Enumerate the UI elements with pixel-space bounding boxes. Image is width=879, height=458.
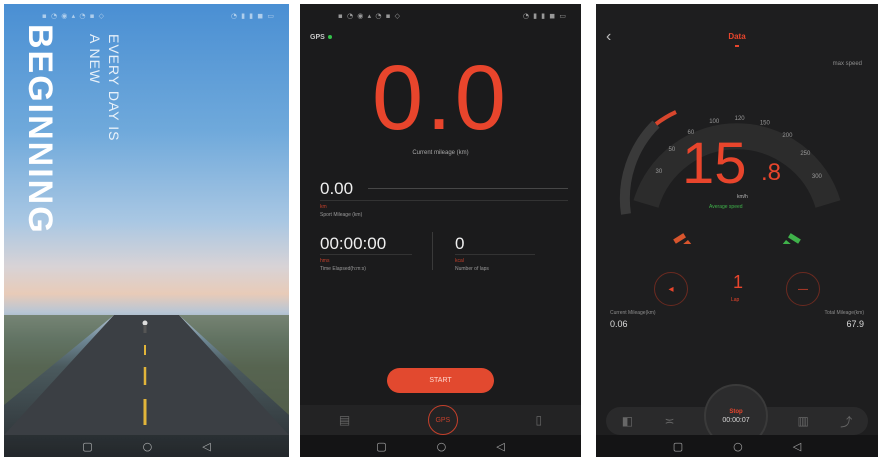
trend-icon[interactable]: ⤴ [840,413,852,430]
lap-number: 1 [733,272,744,292]
total-mileage-value: 67.9 [846,319,864,329]
lap-label: Lap [731,297,740,303]
home-icon[interactable]: ○ [733,440,743,453]
elapsed-time-label: Time Elapsed(h:m:s) [320,266,366,272]
stop-label: Stop [729,408,743,415]
distance-unit: km [320,204,327,210]
tab-gps[interactable]: GPS [427,405,458,435]
status-icons-right: ◔ ▮ ▮ ◼ ▭ [522,12,567,20]
route-icon[interactable]: ≍ [665,414,675,428]
tagline-2: A NEW [87,34,103,85]
stop-elapsed-time: 00:00:07 [722,416,750,424]
speed-integer: 15 [682,131,747,196]
status-icons-left: ▪ ◔ ◉ ▴ ◔ ▪ ◇ [42,12,106,20]
lap-count-value: 0 [455,234,465,253]
total-mileage-label: Total Mileage(km) [824,310,864,316]
gauge-tick-label: 150 [760,121,771,127]
divider [455,254,535,255]
tagline-1: EVERY DAY IS [106,34,122,142]
settings-icon[interactable]: ▯ [536,413,543,427]
history-icon[interactable]: ▤ [339,413,350,427]
distance-value: 0.00 [320,179,354,198]
gauge-bar [782,240,791,244]
current-speed-value: 0.0 [372,47,509,149]
divider [320,200,568,201]
gps-label: GPS [310,34,325,41]
current-speed-label: Current mileage (km) [412,150,469,156]
system-nav-bar: ▢ ○ ◁ [596,435,878,457]
gauge-tick-label: 30 [656,169,663,175]
gauge-tick-label: 300 [812,174,823,180]
recents-icon[interactable]: ▢ [82,440,92,453]
average-speed-label: Average speed [709,204,743,210]
status-icons-left: ▪ ◔ ◉ ▴ ◔ ▪ ◇ [338,12,402,20]
start-button[interactable]: START [387,368,494,393]
home-icon[interactable]: ○ [143,440,153,453]
column-separator [432,232,433,270]
headline: BEGINNING [21,24,59,235]
current-mileage-label: Current Mileage(km) [610,310,656,316]
divider [320,254,412,255]
speed-decimal: .8 [761,159,782,186]
distance-progress-line [368,188,568,189]
elapsed-time-value: 00:00:00 [320,234,387,253]
splash-screen: ▪ ◔ ◉ ▴ ◔ ▪ ◇ ◔ ▮ ▮ ◼ ▭ BEGINNING EVERY … [4,4,289,457]
lap-count-unit: kcal [455,258,464,264]
recents-icon[interactable]: ▢ [673,440,683,453]
back-icon[interactable]: ◁ [496,440,504,453]
gauge-bar [788,233,801,244]
lock-icon[interactable]: ◧ [622,414,633,428]
tab-gps-label: GPS [435,416,451,424]
gauge-color-bars [673,233,801,244]
title-underline [735,45,739,47]
lap-count-label: Number of laps [455,266,489,272]
bottom-tab-bar: ▤ GPS ▯ [300,405,581,435]
back-icon[interactable]: ◁ [793,440,801,453]
back-icon[interactable]: ◁ [202,440,210,453]
gauge-bar [683,240,692,244]
distance-label: Sport Mileage (km) [320,212,363,218]
gps-status-dot [327,35,332,40]
increase-button[interactable]: — [786,272,820,306]
status-icons-right: ◔ ▮ ▮ ◼ ▭ [230,12,275,20]
page-title: Data [728,32,746,41]
status-bar: ▪ ◔ ◉ ▴ ◔ ▪ ◇ ◔ ▮ ▮ ◼ ▭ [300,12,581,22]
music-icon[interactable]: ▥ [797,414,808,428]
speed-unit: km/h [737,194,748,200]
home-icon[interactable]: ○ [437,440,447,453]
gauge-bar [673,233,686,244]
current-mileage-value: 0.06 [610,319,628,329]
gauge-tick-label: 200 [782,133,793,139]
status-bar: ▪ ◔ ◉ ▴ ◔ ▪ ◇ ◔ ▮ ▮ ◼ ▭ [4,12,289,22]
road-image [4,315,289,435]
speedometer-screen: ‹ Data max speed 30 50 60 100 120 150 200 250 30… [596,4,878,457]
system-nav-bar: ▢ ○ ◁ [4,435,289,457]
elapsed-time-unit: hms [320,258,330,264]
system-nav-bar: ▢ ○ ◁ [300,435,581,457]
gauge-tick-label: 120 [735,116,746,122]
recents-icon[interactable]: ▢ [376,440,386,453]
gauge-tick-label: 50 [669,147,676,153]
workout-start-screen: ▪ ◔ ◉ ▴ ◔ ▪ ◇ ◔ ▮ ▮ ◼ ▭ GPS 0.0 Current … [300,4,581,457]
gps-indicator: GPS [310,34,332,41]
gauge-tick-label: 100 [709,119,720,125]
gauge-tick-label: 250 [800,151,811,157]
decrease-button[interactable]: ◂ [654,272,688,306]
